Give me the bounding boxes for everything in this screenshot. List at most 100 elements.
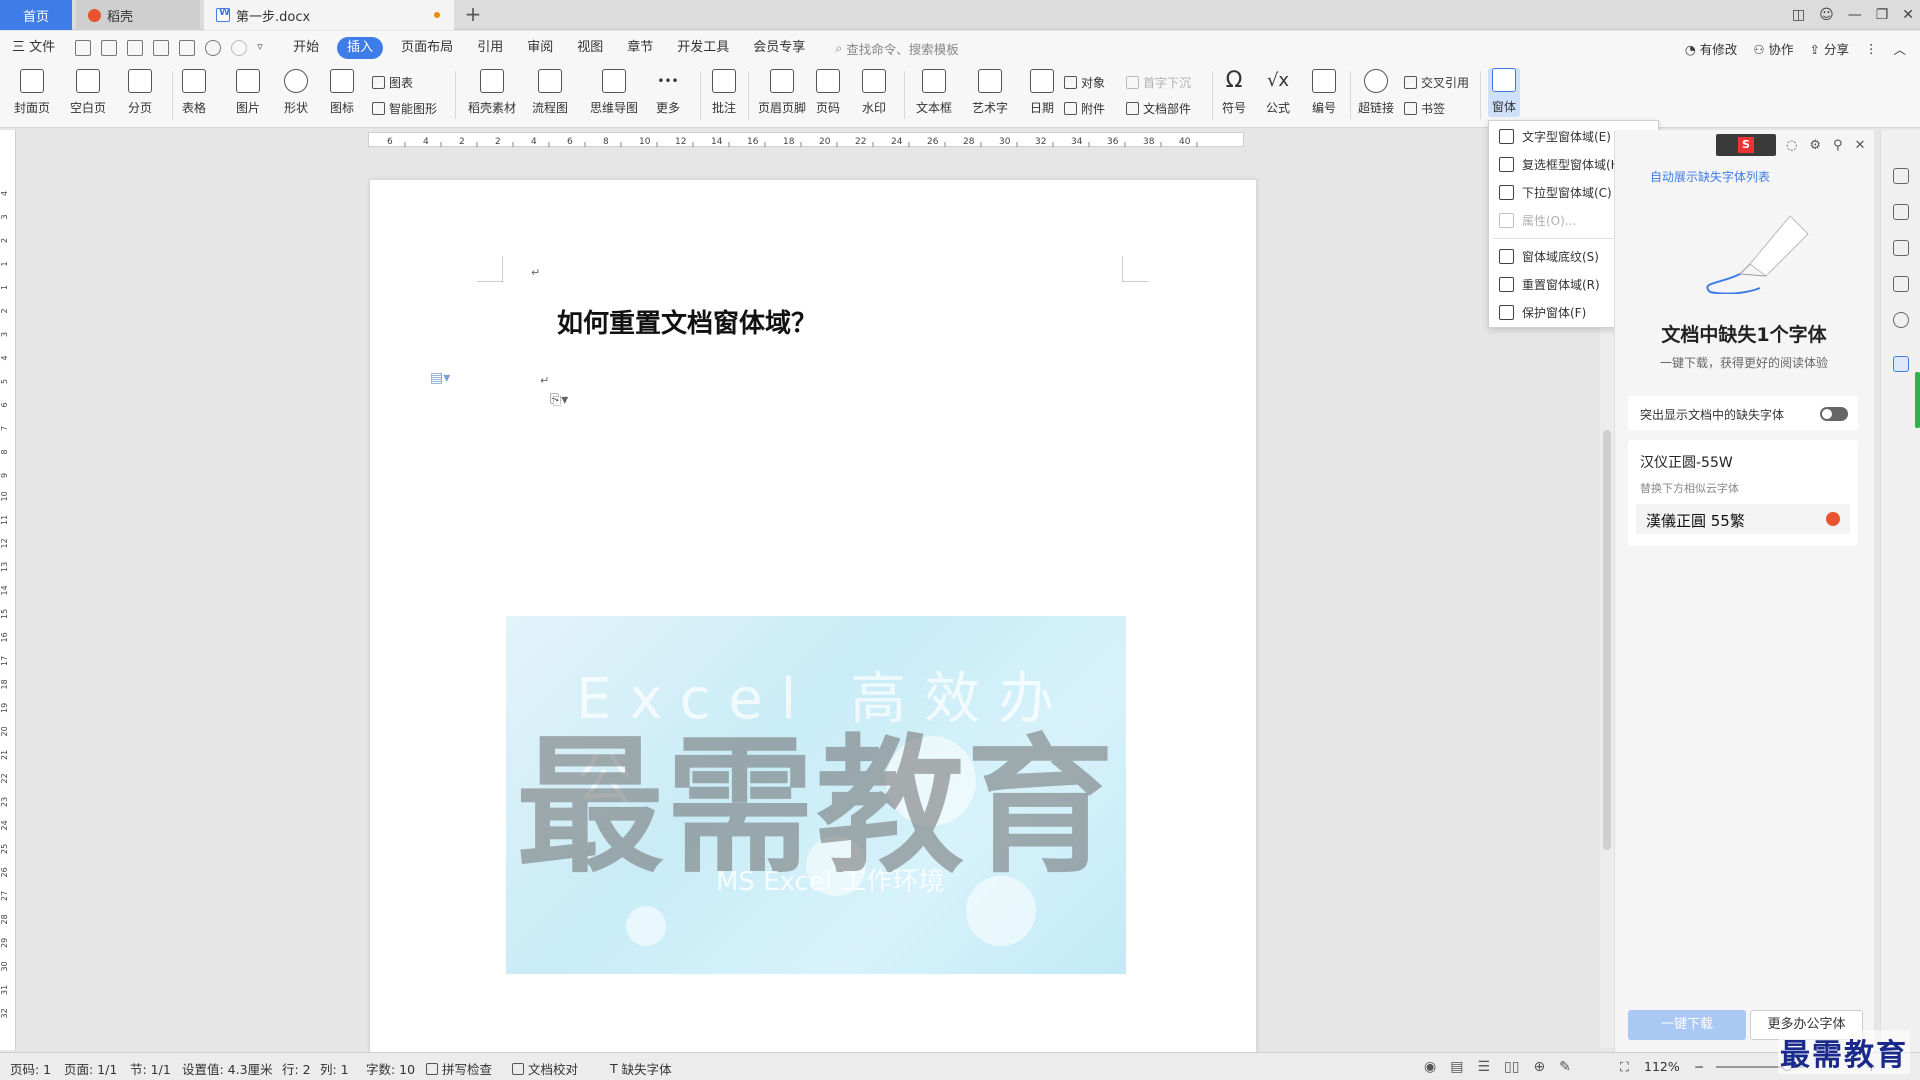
has-changes-button[interactable]: ◔ 有修改 <box>1685 39 1737 58</box>
sidebar-adjust-icon[interactable] <box>1893 276 1909 292</box>
form-button[interactable]: 窗体 <box>1488 68 1521 117</box>
tab-start[interactable]: 开始 <box>281 37 331 59</box>
layout-icon[interactable]: ◫ <box>1792 7 1805 23</box>
status-col[interactable]: 列: 1 <box>320 1059 349 1078</box>
vertical-ruler[interactable]: 4 3 2 1 1 2 3 4 5 6 7 8 9 10 11 12 13 14 15 16 17 18 19 20 21 22 2… <box>0 130 16 1050</box>
zoom-out-button[interactable]: − <box>1694 1059 1704 1074</box>
auto-show-link[interactable]: 自动展示缺失字体列表 <box>1650 168 1770 185</box>
bookmark-button[interactable]: 书签 <box>1404 100 1445 117</box>
new-tab-button[interactable]: + <box>462 3 484 25</box>
tab-document[interactable]: 第一步.docx <box>204 0 454 30</box>
dropcap-button[interactable]: 首字下沉 <box>1126 74 1191 91</box>
document-title[interactable]: 如何重置文档窗体域？ <box>557 303 817 340</box>
status-setting-value[interactable]: 设置值: 4.3厘米 <box>182 1059 273 1078</box>
close-panel-icon[interactable]: ✕ <box>1855 138 1866 153</box>
icon-library-button[interactable]: 图标 <box>330 69 354 116</box>
status-page-code[interactable]: 页码: 1 <box>10 1059 51 1078</box>
settings-icon[interactable]: ⚙ <box>1809 138 1821 153</box>
attachment-button[interactable]: 附件 <box>1064 100 1105 117</box>
undo-icon[interactable] <box>205 40 222 56</box>
blank-page-button[interactable]: 空白页 <box>70 69 106 116</box>
tab-developer[interactable]: 开发工具 <box>665 37 741 59</box>
proofread-button[interactable]: 文档校对 <box>512 1059 578 1078</box>
tab-insert[interactable]: 插入 <box>337 37 384 59</box>
file-menu[interactable]: 三 文件 <box>0 37 67 59</box>
object-button[interactable]: 对象 <box>1064 74 1105 91</box>
chat-icon[interactable]: ◌ <box>1786 138 1797 153</box>
banner-image[interactable]: Excel 高效办公 最需教育 MS Excel 工作环境 <box>506 616 1126 974</box>
mindmap-button[interactable]: 思维导图 <box>590 69 638 116</box>
numbering-button[interactable]: 编号 <box>1312 69 1336 116</box>
status-row[interactable]: 行: 2 <box>282 1059 311 1078</box>
restore-button[interactable]: ❐ <box>1876 7 1889 23</box>
tab-view[interactable]: 视图 <box>565 37 615 59</box>
smart-graphic-button[interactable]: 智能图形 <box>372 100 437 117</box>
print-icon[interactable] <box>153 40 170 56</box>
highlight-toggle[interactable] <box>1820 407 1848 421</box>
redo-icon[interactable] <box>231 40 248 56</box>
minimize-button[interactable]: — <box>1848 7 1862 23</box>
spellcheck-button[interactable]: 拼写检查 <box>426 1059 492 1078</box>
sidebar-help-icon[interactable] <box>1893 312 1909 328</box>
table-button[interactable]: 表格 <box>182 69 206 116</box>
zoom-level[interactable]: 112% <box>1644 1059 1680 1074</box>
daoke-material-button[interactable]: 稻壳素材 <box>468 69 516 116</box>
sidebar-edit-icon[interactable] <box>1893 204 1909 220</box>
web-view-icon[interactable]: ⊕ <box>1533 1059 1545 1075</box>
input-method-badge[interactable]: S <box>1716 134 1776 156</box>
status-word-count[interactable]: 字数: 10 <box>366 1059 415 1078</box>
doc-parts-button[interactable]: 文档部件 <box>1126 100 1191 117</box>
more-button[interactable]: ••• 更多 <box>656 69 680 116</box>
shape-button[interactable]: 形状 <box>284 69 308 116</box>
write-view-icon[interactable]: ✎ <box>1559 1059 1571 1075</box>
textbox-button[interactable]: 文本框 <box>916 69 952 116</box>
tab-daoke[interactable]: 稻壳 <box>76 0 200 30</box>
save-icon[interactable] <box>101 40 118 56</box>
sidebar-font-icon[interactable] <box>1893 356 1909 372</box>
pin-icon[interactable]: ⚲ <box>1833 138 1843 153</box>
print-preview-icon[interactable] <box>179 40 196 56</box>
tab-home[interactable]: 首页 <box>0 0 72 30</box>
clipboard-icon[interactable]: ⎘▾ <box>550 392 568 408</box>
tab-references[interactable]: 引用 <box>465 37 515 59</box>
sidebar-select-icon[interactable] <box>1893 240 1909 256</box>
tab-review[interactable]: 审阅 <box>515 37 565 59</box>
share-button[interactable]: ⇪ 分享 <box>1810 39 1849 58</box>
hyperlink-button[interactable]: 超链接 <box>1358 69 1394 116</box>
formula-button[interactable]: √x 公式 <box>1266 69 1290 116</box>
collapse-ribbon-icon[interactable]: ︿ <box>1893 39 1906 58</box>
more-options-icon[interactable]: ⋮ <box>1865 41 1878 56</box>
similar-font-option[interactable]: 漢儀正圓 55繁 <box>1636 504 1850 534</box>
status-section[interactable]: 节: 1/1 <box>130 1059 171 1078</box>
picture-button[interactable]: 图片 <box>236 69 260 116</box>
comment-button[interactable]: 批注 <box>712 69 736 116</box>
close-button[interactable]: ✕ <box>1902 7 1914 23</box>
read-view-icon[interactable]: ▯▯ <box>1504 1059 1519 1075</box>
tab-page-layout[interactable]: 页面布局 <box>389 37 465 59</box>
wordart-button[interactable]: 艺术字 <box>972 69 1008 116</box>
download-all-button[interactable]: 一键下载 <box>1628 1010 1746 1040</box>
outline-view-icon[interactable]: ☰ <box>1477 1059 1490 1075</box>
missing-font-status-button[interactable]: T 缺失字体 <box>610 1059 672 1078</box>
scrollbar-thumb[interactable] <box>1603 430 1611 850</box>
page-break-button[interactable]: 分页 <box>128 69 152 116</box>
cover-page-button[interactable]: 封面页 <box>14 69 50 116</box>
crossref-button[interactable]: 交叉引用 <box>1404 74 1469 91</box>
format-painter-icon[interactable] <box>127 40 144 56</box>
header-footer-button[interactable]: 页眉页脚 <box>758 69 806 116</box>
tab-chapter[interactable]: 章节 <box>615 37 665 59</box>
page-number-button[interactable]: 页码 <box>816 69 840 116</box>
sidebar-rocket-icon[interactable] <box>1893 168 1909 184</box>
tab-member[interactable]: 会员专享 <box>741 37 817 59</box>
fit-window-icon[interactable]: ⛶ <box>1620 1059 1629 1075</box>
new-doc-icon[interactable] <box>75 40 92 56</box>
eye-protect-icon[interactable]: ◉ <box>1424 1059 1436 1075</box>
paste-options-icon[interactable]: ▤▾ <box>430 370 450 386</box>
collaborate-button[interactable]: ⚇ 协作 <box>1753 39 1793 58</box>
date-button[interactable]: 日期 <box>1030 69 1054 116</box>
chart-button[interactable]: 图表 <box>372 74 413 91</box>
flowchart-button[interactable]: 流程图 <box>532 69 568 116</box>
customize-icon[interactable]: ▿ <box>257 40 273 56</box>
status-pages[interactable]: 页面: 1/1 <box>64 1059 117 1078</box>
watermark-button[interactable]: 水印 <box>862 69 886 116</box>
